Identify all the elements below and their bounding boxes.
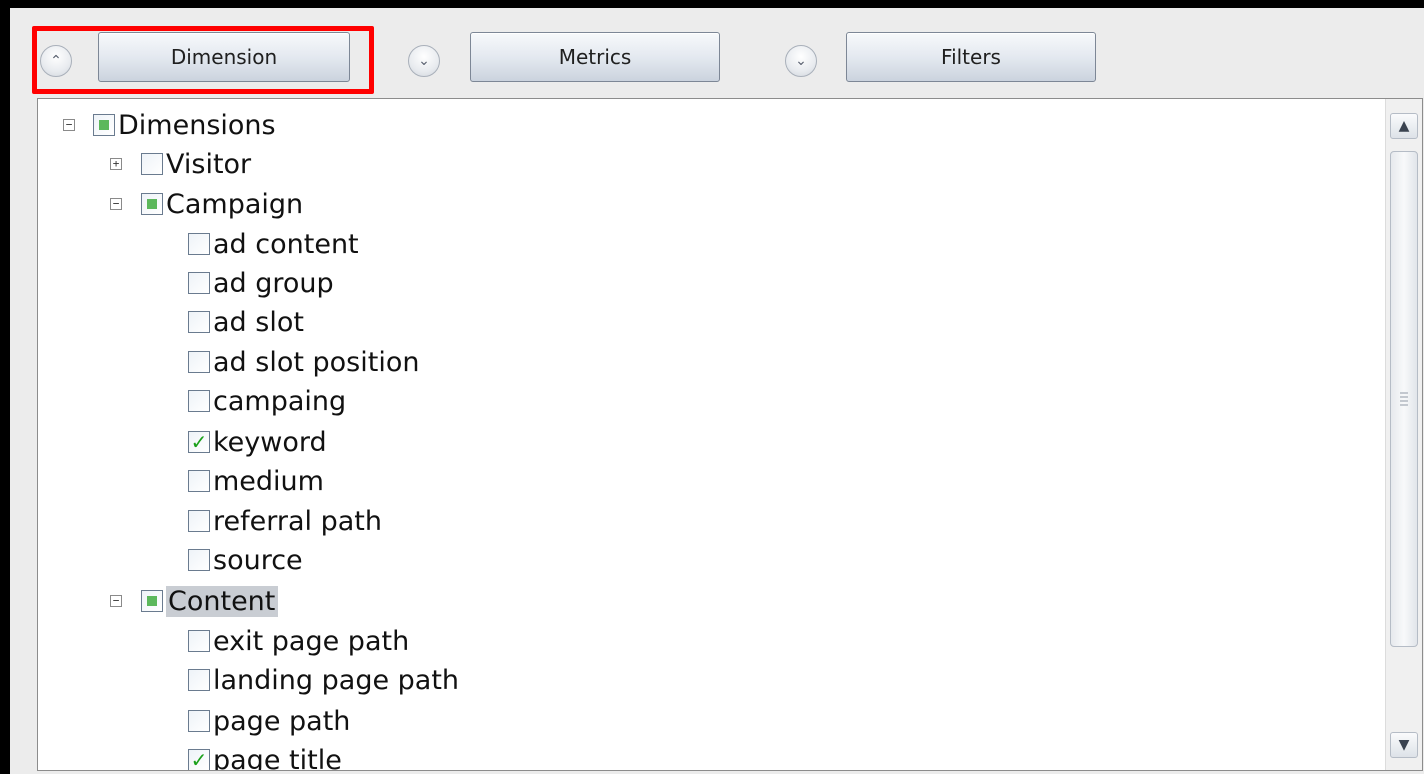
item-label: ad group: [213, 267, 334, 299]
tree-node-visitor[interactable]: Visitor: [141, 145, 251, 183]
expand-icon[interactable]: +: [110, 158, 122, 170]
dimension-tree[interactable]: − Dimensions + Visitor − Campaign ad con…: [37, 98, 1423, 771]
tree-node-content[interactable]: Content: [141, 582, 279, 620]
filters-button[interactable]: Filters: [846, 32, 1096, 82]
list-item[interactable]: page path: [188, 702, 350, 740]
section-toolbar: ⌃ Dimension ⌄ Metrics ⌄ Filters: [10, 8, 1424, 96]
scroll-down-icon[interactable]: ▼: [1390, 732, 1418, 758]
list-item[interactable]: ✓ page title: [188, 741, 342, 771]
item-label: medium: [213, 465, 324, 497]
list-item[interactable]: landing page path: [188, 661, 459, 699]
report-builder-panel: ⌃ Dimension ⌄ Metrics ⌄ Filters − Dimens…: [10, 8, 1424, 774]
tree-node-label: Content: [166, 585, 279, 617]
item-label: page title: [213, 744, 342, 771]
checkbox[interactable]: [141, 153, 163, 175]
tree-node-label: Visitor: [166, 148, 252, 180]
item-label: landing page path: [213, 664, 460, 696]
list-item[interactable]: ✓ keyword: [188, 423, 327, 461]
tree-node-campaign[interactable]: Campaign: [141, 185, 303, 223]
vertical-scrollbar[interactable]: ▲ ▼: [1385, 99, 1422, 770]
checkbox-checked[interactable]: ✓: [188, 430, 210, 454]
chevron-down-icon[interactable]: ⌄: [408, 45, 440, 77]
item-label: source: [213, 544, 303, 576]
check-icon: ✓: [190, 430, 208, 454]
item-label: ad content: [213, 228, 359, 260]
chevron-down-icon[interactable]: ⌄: [785, 45, 817, 77]
checkbox[interactable]: [188, 710, 210, 732]
checkbox[interactable]: [188, 669, 210, 691]
item-label: ad slot position: [213, 346, 420, 378]
tristate-checkbox[interactable]: [141, 193, 163, 215]
checkbox[interactable]: [188, 390, 210, 412]
collapse-icon[interactable]: −: [110, 198, 122, 210]
checkbox[interactable]: [188, 311, 210, 333]
tree-node-dimensions[interactable]: Dimensions: [93, 106, 276, 144]
tree-node-label: Campaign: [166, 188, 304, 220]
item-label: page path: [213, 705, 351, 737]
list-item[interactable]: source: [188, 541, 303, 579]
item-label: ad slot: [213, 306, 304, 338]
item-label: referral path: [213, 505, 382, 537]
list-item[interactable]: ad content: [188, 225, 359, 263]
list-item[interactable]: campaing: [188, 382, 346, 420]
check-icon: ✓: [190, 748, 208, 771]
list-item[interactable]: ad slot: [188, 303, 304, 341]
list-item[interactable]: ad group: [188, 264, 334, 302]
tristate-checkbox[interactable]: [93, 114, 115, 136]
checkbox[interactable]: [188, 549, 210, 571]
collapse-icon[interactable]: −: [63, 119, 75, 131]
list-item[interactable]: medium: [188, 462, 324, 500]
list-item[interactable]: referral path: [188, 502, 382, 540]
tree-node-label: Dimensions: [118, 109, 276, 141]
checkbox[interactable]: [188, 630, 210, 652]
checkbox[interactable]: [188, 351, 210, 373]
checkbox-checked[interactable]: ✓: [188, 748, 210, 771]
checkbox[interactable]: [188, 470, 210, 492]
highlight-box: [32, 26, 374, 94]
tristate-checkbox[interactable]: [141, 590, 163, 612]
scroll-thumb[interactable]: [1390, 151, 1418, 647]
item-label: keyword: [213, 426, 327, 458]
list-item[interactable]: ad slot position: [188, 343, 419, 381]
collapse-icon[interactable]: −: [110, 595, 122, 607]
checkbox[interactable]: [188, 272, 210, 294]
checkbox[interactable]: [188, 510, 210, 532]
metrics-button[interactable]: Metrics: [470, 32, 720, 82]
checkbox[interactable]: [188, 233, 210, 255]
scroll-up-icon[interactable]: ▲: [1390, 113, 1418, 139]
grip-icon: [1400, 392, 1408, 406]
item-label: campaing: [213, 385, 347, 417]
list-item[interactable]: exit page path: [188, 622, 409, 660]
item-label: exit page path: [213, 625, 410, 657]
